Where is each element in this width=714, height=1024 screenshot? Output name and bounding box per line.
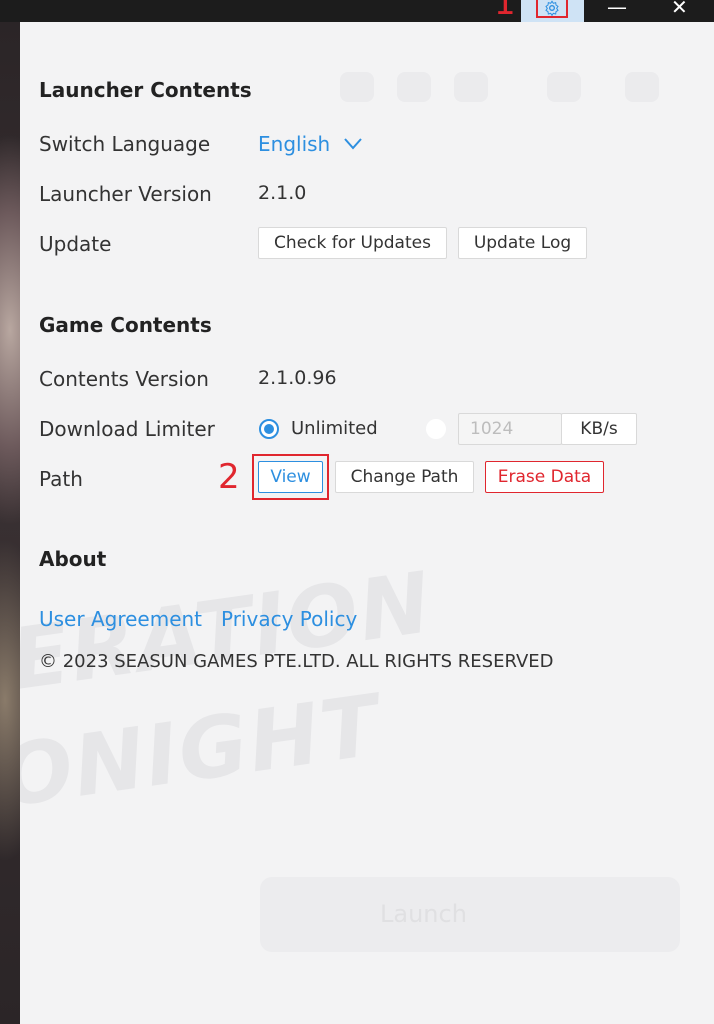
download-limiter-label: Download Limiter xyxy=(39,417,215,441)
update-log-button[interactable]: Update Log xyxy=(458,227,587,259)
about-title: About xyxy=(39,547,107,571)
annotation-marker-2: 2 xyxy=(218,457,240,497)
youtube-icon xyxy=(397,72,431,102)
watermark-top: ERATION xyxy=(20,553,439,709)
change-path-button[interactable]: Change Path xyxy=(335,461,474,493)
download-limit-input[interactable]: 1024 xyxy=(458,413,562,445)
privacy-policy-link[interactable]: Privacy Policy xyxy=(221,607,357,631)
language-value: English xyxy=(258,132,331,156)
settings-button[interactable] xyxy=(536,0,568,18)
store-icon xyxy=(625,72,659,102)
settings-panel: ERATION ONIGHT Launch Launcher Contents … xyxy=(20,22,714,1024)
limited-radio[interactable] xyxy=(426,419,446,439)
unlimited-option-label: Unlimited xyxy=(291,418,378,439)
language-select[interactable]: English xyxy=(258,132,362,156)
instagram-icon xyxy=(547,72,581,102)
watermark-bottom: ONIGHT xyxy=(20,675,387,827)
launcher-contents-title: Launcher Contents xyxy=(39,78,252,102)
facebook-icon xyxy=(340,72,374,102)
launch-label-ghost: Launch xyxy=(380,900,467,928)
chevron-down-icon xyxy=(344,138,362,150)
title-bar: — ✕ xyxy=(0,0,714,22)
minimize-button[interactable]: — xyxy=(607,0,627,18)
contents-version-value: 2.1.0.96 xyxy=(258,367,337,389)
update-label: Update xyxy=(39,232,112,256)
launch-area-ghost xyxy=(260,877,680,952)
close-button[interactable]: ✕ xyxy=(671,0,688,18)
path-label: Path xyxy=(39,467,83,491)
erase-data-button[interactable]: Erase Data xyxy=(485,461,604,493)
launcher-version-value: 2.1.0 xyxy=(258,182,307,204)
gear-icon xyxy=(545,0,559,16)
launcher-version-label: Launcher Version xyxy=(39,182,212,206)
discord-icon xyxy=(454,72,488,102)
limit-unit-label: KB/s xyxy=(561,413,637,445)
user-agreement-link[interactable]: User Agreement xyxy=(39,607,202,631)
contents-version-label: Contents Version xyxy=(39,367,209,391)
check-for-updates-button[interactable]: Check for Updates xyxy=(258,227,447,259)
switch-language-label: Switch Language xyxy=(39,132,211,156)
annotation-marker-1: 1 xyxy=(494,0,516,23)
copyright-text: © 2023 SEASUN GAMES PTE.LTD. ALL RIGHTS … xyxy=(39,651,554,672)
unlimited-radio[interactable] xyxy=(259,419,279,439)
view-path-button[interactable]: View xyxy=(258,461,323,493)
game-contents-title: Game Contents xyxy=(39,313,212,337)
